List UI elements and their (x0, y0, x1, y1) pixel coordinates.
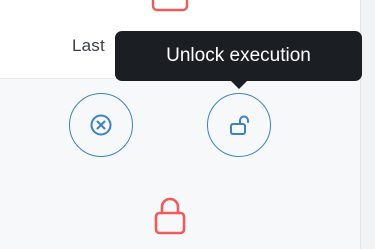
lock-icon (154, 197, 186, 235)
execution-panel: Last Unlock execution (0, 0, 375, 249)
unlock-execution-button[interactable] (207, 93, 271, 157)
cancel-execution-button[interactable] (69, 93, 133, 157)
circle-x-icon (90, 114, 112, 136)
lock-icon (151, 0, 189, 12)
column-header-last: Last (72, 36, 105, 55)
tooltip-text: Unlock execution (166, 45, 311, 66)
adjacent-column (360, 0, 375, 249)
unlock-icon (230, 115, 249, 135)
tooltip-arrow (230, 80, 248, 89)
tooltip: Unlock execution (115, 31, 362, 81)
